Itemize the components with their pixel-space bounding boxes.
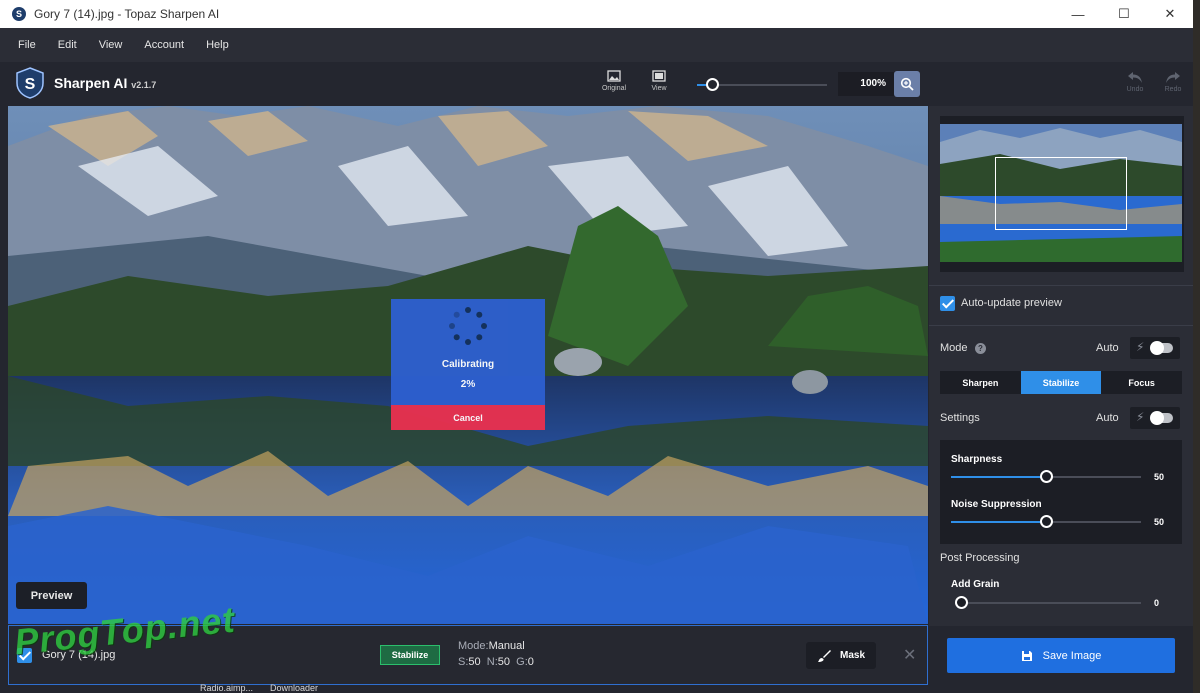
- post-processing-label: Post Processing: [940, 552, 1020, 564]
- mode-label: Mode: [940, 342, 968, 354]
- progress-percent: 2%: [460, 379, 476, 390]
- zoom-slider-handle[interactable]: [706, 78, 719, 91]
- tab-sharpen[interactable]: Sharpen: [940, 371, 1021, 394]
- app-name: Sharpen AI v2.1.7: [54, 75, 156, 91]
- lightning-icon: ⚡︎: [1136, 340, 1145, 354]
- progress-dialog: Calibrating 2% Cancel: [391, 299, 545, 430]
- loading-spinner-icon: [449, 307, 487, 345]
- settings-label: Settings: [940, 412, 980, 424]
- app-window: S Gory 7 (14).jpg - Topaz Sharpen AI — ☐…: [0, 0, 1193, 693]
- toggle-knob: [1150, 341, 1164, 355]
- save-image-button[interactable]: Save Image: [947, 638, 1175, 673]
- close-icon[interactable]: ✕: [1147, 0, 1193, 28]
- toolbar: S Sharpen AI v2.1.7 Original View: [0, 62, 1193, 106]
- window-controls: — ☐ ✕: [1055, 0, 1193, 28]
- window-title: Gory 7 (14).jpg - Topaz Sharpen AI: [34, 7, 220, 21]
- brush-icon: [817, 649, 831, 662]
- mode-tabs: Sharpen Stabilize Focus: [940, 371, 1182, 394]
- zoom-level-field[interactable]: 100%: [838, 72, 894, 96]
- mode-auto-label: Auto: [1096, 342, 1119, 354]
- mode-value: Manual: [488, 640, 525, 652]
- mode-auto-toggle[interactable]: ⚡︎: [1130, 337, 1180, 359]
- g-value: 0: [527, 656, 534, 668]
- taskbar-item[interactable]: Downloader: [270, 683, 318, 693]
- menu-view[interactable]: View: [99, 39, 123, 51]
- s-label: S:: [458, 656, 469, 668]
- settings-auto-toggle[interactable]: ⚡︎: [1130, 407, 1180, 429]
- app-name-text: Sharpen AI: [54, 75, 128, 91]
- mask-button[interactable]: Mask: [806, 642, 876, 669]
- undo-label: Undo: [1126, 86, 1144, 93]
- zoom-button[interactable]: [894, 71, 920, 97]
- remove-file-icon[interactable]: ✕: [903, 645, 916, 665]
- grain-slider-track[interactable]: [955, 602, 1141, 604]
- settings-summary: S:50 N:50 G:0: [458, 656, 534, 668]
- toggle-knob: [1150, 411, 1164, 425]
- lightning-icon: ⚡︎: [1136, 410, 1145, 424]
- noise-value: 50: [1154, 517, 1165, 527]
- menu-file[interactable]: File: [18, 39, 36, 51]
- view-label: View: [651, 85, 667, 92]
- sharpen-logo-icon: S: [16, 67, 44, 99]
- mode-summary: Mode:Manual: [458, 640, 525, 652]
- divider: [929, 285, 1193, 286]
- minimize-icon[interactable]: —: [1055, 0, 1101, 28]
- title-bar: S Gory 7 (14).jpg - Topaz Sharpen AI — ☐…: [0, 0, 1193, 28]
- zoom-in-icon: [900, 77, 914, 91]
- divider: [929, 325, 1193, 326]
- mode-prefix: Mode:: [458, 640, 489, 652]
- view-button[interactable]: View: [639, 70, 679, 92]
- svg-text:S: S: [25, 76, 36, 93]
- menu-help[interactable]: Help: [206, 39, 229, 51]
- maximize-icon[interactable]: ☐: [1101, 0, 1147, 28]
- original-label: Original: [601, 85, 627, 92]
- redo-icon: [1166, 72, 1180, 83]
- noise-suppression-label: Noise Suppression: [951, 499, 1042, 510]
- taskbar-item[interactable]: Radio.aimp...: [200, 683, 253, 693]
- mode-badge: Stabilize: [380, 645, 440, 665]
- g-label: G:: [516, 656, 528, 668]
- view-mode-icon: [652, 70, 666, 82]
- undo-button[interactable]: Undo: [1119, 70, 1151, 93]
- auto-update-checkbox[interactable]: [940, 296, 955, 311]
- menu-bar: File Edit View Account Help: [0, 28, 1193, 62]
- redo-button[interactable]: Redo: [1157, 70, 1189, 93]
- app-version: v2.1.7: [131, 80, 157, 90]
- original-button[interactable]: Original: [594, 70, 634, 92]
- n-label: N:: [486, 656, 498, 668]
- progress-status: Calibrating: [441, 359, 495, 370]
- settings-auto-label: Auto: [1096, 412, 1119, 424]
- s-value: 50: [468, 656, 481, 668]
- help-icon[interactable]: ?: [975, 343, 986, 354]
- noise-slider-handle[interactable]: [1040, 515, 1053, 528]
- desktop-edge: [1193, 0, 1200, 693]
- sharpness-slider-handle[interactable]: [1040, 470, 1053, 483]
- redo-label: Redo: [1164, 86, 1182, 93]
- original-image-icon: [607, 70, 621, 82]
- menu-account[interactable]: Account: [144, 39, 184, 51]
- preview-button[interactable]: Preview: [16, 582, 87, 609]
- mask-label: Mask: [839, 650, 865, 661]
- save-image-label: Save Image: [1042, 649, 1102, 662]
- auto-update-label: Auto-update preview: [961, 297, 1062, 309]
- add-grain-label: Add Grain: [951, 579, 1000, 590]
- sharpness-value: 50: [1154, 472, 1165, 482]
- sharpness-slider-fill: [951, 476, 1046, 478]
- navigator-viewport[interactable]: [995, 157, 1127, 230]
- cancel-button[interactable]: Cancel: [391, 405, 545, 430]
- app-icon: S: [12, 7, 26, 21]
- n-value: 50: [497, 656, 511, 668]
- grain-value: 0: [1154, 598, 1160, 608]
- tab-stabilize[interactable]: Stabilize: [1020, 371, 1102, 394]
- noise-slider-fill: [951, 521, 1046, 523]
- sharpness-label: Sharpness: [951, 454, 1003, 465]
- save-disk-icon: [1021, 650, 1032, 661]
- grain-slider-handle[interactable]: [955, 596, 968, 609]
- tab-focus[interactable]: Focus: [1101, 371, 1182, 394]
- menu-edit[interactable]: Edit: [58, 39, 77, 51]
- undo-icon: [1128, 72, 1142, 83]
